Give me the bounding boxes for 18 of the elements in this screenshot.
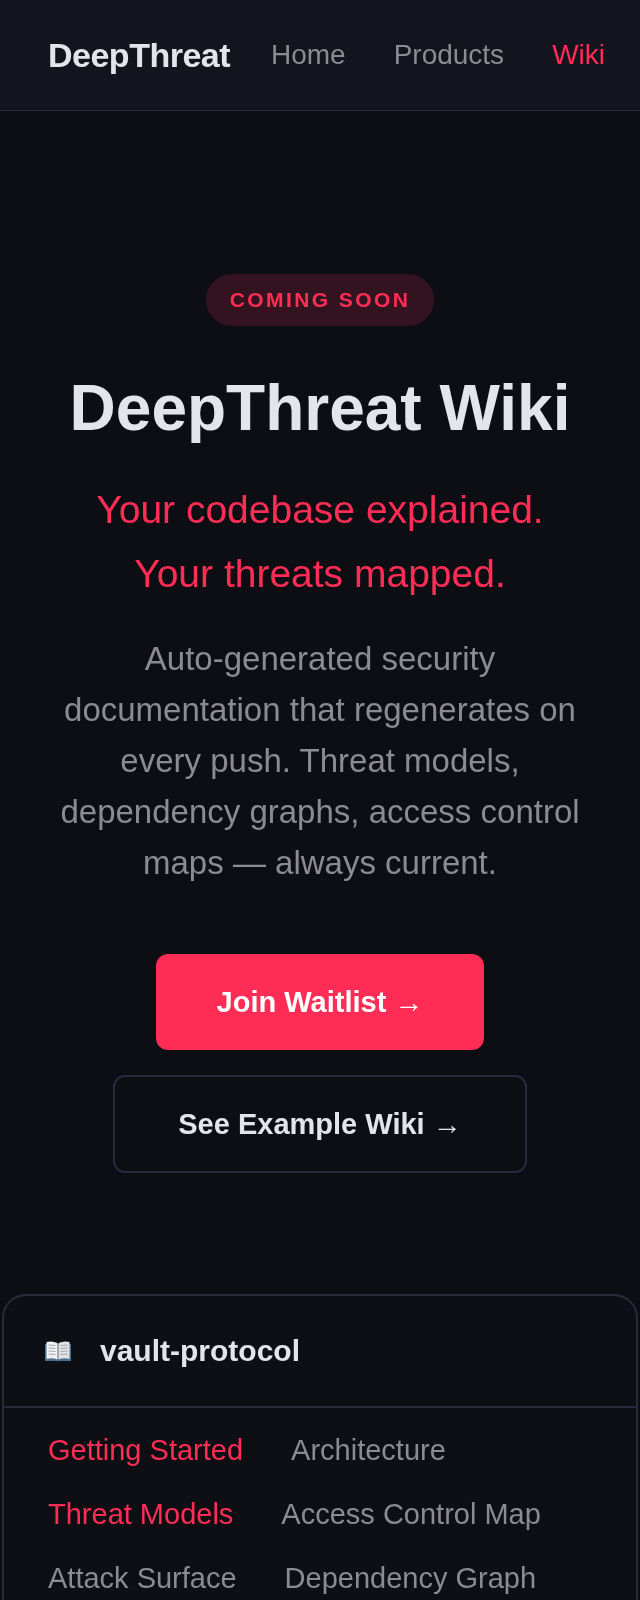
wiki-page-link[interactable]: Architecture [291,1432,446,1468]
nav-link[interactable]: Products [393,39,505,71]
coming-soon-badge: COMING SOON [205,274,435,326]
example-wiki-button[interactable]: See Example Wiki → [113,1075,527,1173]
logo-text[interactable]: DeepThreat [48,35,231,75]
wiki-page-link[interactable]: Attack Surface [48,1560,237,1596]
tagline: Your codebase explained. Your threats mapped. [95,487,545,597]
wiki-page-link[interactable]: Dependency Graph [284,1560,537,1596]
description: Auto-generated security documentation that regenerates on every push. Threat models, dependency graphs, access control maps — always current. [59,639,581,883]
nav-link[interactable]: Wiki [552,39,605,71]
open-book-icon [44,1340,72,1362]
repository-name: vault-protocol [100,1334,300,1368]
page-title: DeepThreat Wiki [69,371,571,446]
join-waitlist-button[interactable]: Join Waitlist → [156,954,484,1050]
nav-link[interactable]: Home [270,39,346,71]
wiki-page-link[interactable]: Getting Started [48,1432,244,1468]
wiki-page-link[interactable]: Access Control Map [281,1496,541,1532]
wiki-page-link[interactable]: Threat Models [48,1496,234,1532]
